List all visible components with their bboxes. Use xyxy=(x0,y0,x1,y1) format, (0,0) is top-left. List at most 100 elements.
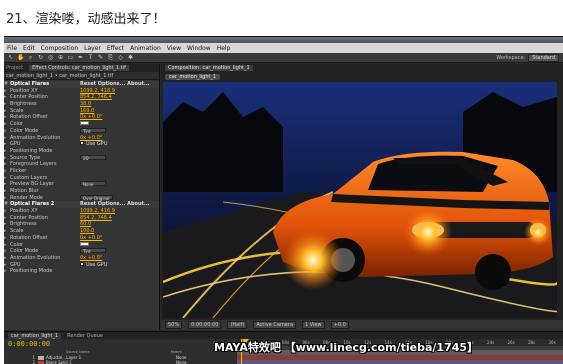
layer-parent-dropdown[interactable]: None xyxy=(176,360,186,364)
puppet-tool-icon[interactable]: ✱ xyxy=(127,54,134,61)
menu-item-effect[interactable]: Effect xyxy=(107,45,124,52)
exposure-field[interactable]: +0.0 xyxy=(330,321,349,329)
tab-project[interactable]: Project xyxy=(6,65,23,71)
effect-property-row[interactable]: ▸ Brightness 60.0 xyxy=(4,221,159,228)
effect-header[interactable]: ▼ Optical Flares 2 Reset Options... About.… xyxy=(4,201,159,209)
effect-property-row[interactable]: ▸ Center Position 854.2, 746.4 xyxy=(4,215,159,222)
menu-item-composition[interactable]: Composition xyxy=(41,45,78,52)
tab-effect-controls[interactable]: Effect Controls: car_motion_light_1.tif xyxy=(29,65,129,71)
effect-property-row[interactable]: ▸ Center Position 854.2, 746.4 xyxy=(4,94,159,101)
tab-render-queue[interactable]: Render Queue xyxy=(67,333,103,339)
effect-property-row[interactable]: ▸ Position XY 1099.2, 418.9 xyxy=(4,88,159,95)
tab-composition[interactable]: Composition: car_motion_light_1 xyxy=(165,65,253,71)
workspace-selector[interactable]: Workspace: Standard xyxy=(496,53,559,63)
composition-viewer[interactable] xyxy=(163,82,557,318)
property-value[interactable]: 60.0 xyxy=(80,221,91,228)
pan-behind-tool-icon[interactable]: ⊕ xyxy=(57,54,64,61)
property-value[interactable]: 854.2, 746.4 xyxy=(80,215,112,222)
property-dropdown[interactable]: 2D xyxy=(80,154,106,161)
effect-property-row[interactable]: ▸ Color Mode Tint xyxy=(4,248,159,255)
color-swatch[interactable] xyxy=(80,121,89,126)
property-value[interactable]: 100.0 xyxy=(80,228,94,235)
effect-property-row[interactable]: ▸ Color Mode Tint xyxy=(4,127,159,135)
effect-property-row[interactable]: ▸ GPU Use GPU xyxy=(4,261,159,269)
property-value[interactable]: 0x +0.0° xyxy=(80,114,102,121)
property-label: Color xyxy=(10,241,24,248)
zoom-tool-icon[interactable]: ⌕ xyxy=(27,54,34,61)
property-value[interactable]: Use GPU xyxy=(86,141,107,148)
effect-property-row[interactable]: ▸ Scale 169.0 xyxy=(4,108,159,115)
property-value[interactable]: 0x +0.0° xyxy=(80,255,102,262)
effect-property-row[interactable]: ▸ Animation Evolution 0x +0.0° xyxy=(4,255,159,262)
brush-tool-icon[interactable]: ✎ xyxy=(97,54,104,61)
property-value[interactable]: 1099.2, 418.9 xyxy=(80,88,115,95)
gpu-checkbox[interactable] xyxy=(80,261,84,266)
property-dropdown[interactable]: Tint xyxy=(80,127,106,134)
property-label: Source Type xyxy=(10,154,41,161)
pen-tool-icon[interactable]: ✒ xyxy=(77,54,84,61)
property-value[interactable]: Use GPU xyxy=(86,262,107,269)
composition-breadcrumb-item[interactable]: car_motion_light_1 xyxy=(165,73,221,80)
menu-item-help[interactable]: Help xyxy=(217,45,231,52)
effect-property-row[interactable]: ▸ Brightness 38.0 xyxy=(4,101,159,108)
menu-item-animation[interactable]: Animation xyxy=(130,45,161,52)
effect-property-row[interactable]: ▸ Positioning Mode xyxy=(4,148,159,155)
view-layout-dropdown[interactable]: 1 View xyxy=(302,321,325,329)
property-value[interactable]: 1099.2, 416.9 xyxy=(80,208,115,215)
menu-item-window[interactable]: Window xyxy=(187,45,211,52)
eraser-tool-icon[interactable]: ◇ xyxy=(117,54,124,61)
rotate-tool-icon[interactable]: ↻ xyxy=(37,54,44,61)
layer-bar[interactable] xyxy=(237,360,563,364)
property-value[interactable]: 0x +0.0° xyxy=(80,235,102,242)
active-camera-dropdown[interactable]: Active Camera xyxy=(253,321,297,329)
magnification-dropdown[interactable]: 50% xyxy=(165,321,183,329)
clone-tool-icon[interactable]: ⎘ xyxy=(107,54,114,61)
property-value[interactable]: Reset Options... About... xyxy=(80,81,150,88)
menu-item-file[interactable]: File xyxy=(7,45,17,52)
camera-tool-icon[interactable]: ◎ xyxy=(47,54,54,61)
property-value[interactable]: 169.0 xyxy=(80,108,94,115)
property-value[interactable]: 38.0 xyxy=(80,101,91,108)
property-dropdown[interactable]: None xyxy=(80,181,106,187)
effect-property-row[interactable]: ▸ Custom Layers xyxy=(4,175,159,182)
effect-header[interactable]: ▼ Optical Flares Reset Options... About... xyxy=(4,81,159,88)
layer-row[interactable]: 2 Black Solid 1 None xyxy=(4,360,236,364)
color-swatch[interactable] xyxy=(80,241,89,246)
effect-property-row[interactable]: ▸ Render Mode Over Original xyxy=(4,194,159,202)
rectangle-tool-icon[interactable]: ▭ xyxy=(67,54,74,61)
effect-controls-panel: Project Effect Controls: car_motion_ligh… xyxy=(4,64,160,330)
layer-label-color[interactable] xyxy=(38,360,44,364)
effect-property-row[interactable]: ▸ GPU Use GPU xyxy=(4,141,159,148)
effect-property-row[interactable]: ▸ Scale 100.0 xyxy=(4,228,159,235)
workspace-value[interactable]: Standard xyxy=(528,54,559,62)
effect-property-row[interactable]: ▸ Color xyxy=(4,241,159,249)
effect-property-row[interactable]: ▸ Motion Blur xyxy=(4,188,159,195)
selection-tool-icon[interactable]: ↖ xyxy=(7,54,14,61)
effect-property-row[interactable]: ▸ Rotation Offset 0x +0.0° xyxy=(4,235,159,242)
effect-property-row[interactable]: ▸ Animation Evolution 0x +0.0° xyxy=(4,135,159,142)
effect-property-row[interactable]: ▸ Source Type 2D xyxy=(4,154,159,162)
layer-label-color[interactable] xyxy=(38,355,44,360)
timeline-timecode[interactable]: 0:00:00:00 xyxy=(8,340,50,348)
property-value[interactable]: Reset Options... About... xyxy=(80,201,150,208)
effect-property-row[interactable]: ▸ Positioning Mode xyxy=(4,268,159,275)
property-dropdown[interactable]: Tint xyxy=(80,248,106,254)
tab-timeline-comp[interactable]: car_motion_light_1 xyxy=(8,332,62,339)
property-value[interactable]: 854.2, 746.4 xyxy=(80,94,112,101)
type-tool-icon[interactable]: T xyxy=(87,54,94,61)
menu-item-layer[interactable]: Layer xyxy=(84,45,101,52)
effect-property-row[interactable]: ▸ Rotation Offset 0x +0.0° xyxy=(4,114,159,121)
effect-property-row[interactable]: ▸ Preview BG Layer None xyxy=(4,181,159,188)
property-value[interactable]: 0x +0.0° xyxy=(80,135,102,142)
effect-property-row[interactable]: ▸ Position XY 1099.2, 416.9 xyxy=(4,208,159,215)
menu-item-edit[interactable]: Edit xyxy=(23,45,35,52)
hand-tool-icon[interactable]: ✋ xyxy=(17,54,24,61)
gpu-checkbox[interactable] xyxy=(80,141,84,146)
current-time-field[interactable]: 0:00:00:00 xyxy=(188,321,222,329)
resolution-dropdown[interactable]: (Half) xyxy=(227,321,248,329)
effect-property-row[interactable]: ▸ Color xyxy=(4,121,159,128)
effect-property-row[interactable]: ▸ Foreground Layers xyxy=(4,161,159,168)
effect-property-row[interactable]: ▸ Flicker xyxy=(4,168,159,175)
menu-item-view[interactable]: View xyxy=(167,45,181,52)
property-dropdown[interactable]: Over Original xyxy=(80,194,113,201)
